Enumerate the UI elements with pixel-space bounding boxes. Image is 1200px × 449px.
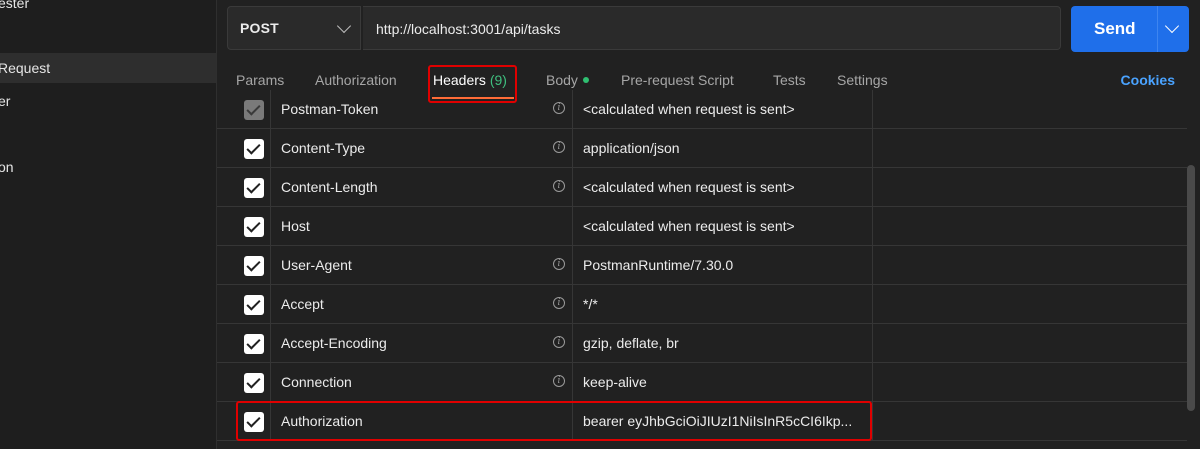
tab-label: Authorization [315,72,397,88]
tab-body[interactable]: Body [546,72,589,88]
send-divider [1157,6,1158,52]
tab-label: Params [236,72,285,88]
table-row: Content-Type i application/json [217,129,1187,168]
info-icon[interactable]: i [553,375,565,387]
row-checkbox[interactable] [244,139,264,159]
sidebar-item-folder[interactable]: er [0,86,216,116]
request-editor: POST http://localhost:3001/api/tasks Sen… [217,0,1200,449]
highlight-box-authorization-row [236,401,872,441]
column-divider [872,168,873,207]
tab-pre-request-script[interactable]: Pre-request Script [621,72,734,88]
column-divider [572,129,573,168]
sidebar-item-label: er [0,93,11,109]
column-divider [872,246,873,285]
row-checkbox[interactable] [244,256,264,276]
send-button[interactable]: Send [1071,6,1189,52]
tab-authorization[interactable]: Authorization [315,72,397,88]
info-icon[interactable]: i [553,102,565,114]
chevron-down-icon[interactable] [1164,18,1180,34]
column-divider [572,285,573,324]
column-divider [872,402,873,441]
tab-tests[interactable]: Tests [773,72,806,88]
sidebar-item-label: Request [0,60,51,76]
header-value[interactable]: <calculated when request is sent> [583,179,795,195]
table-row: Host <calculated when request is sent> [217,207,1187,246]
column-divider [872,324,873,363]
header-value: <calculated when request is sent> [583,101,795,117]
column-divider [572,207,573,246]
column-divider [572,90,573,129]
column-divider [270,363,271,402]
tab-params[interactable]: Params [236,72,284,88]
vertical-scrollbar[interactable] [1187,165,1195,411]
url-text: http://localhost:3001/api/tasks [376,21,561,37]
send-label: Send [1094,19,1136,38]
sidebar: ester Request er on [0,0,217,449]
column-divider [270,90,271,129]
column-divider [270,168,271,207]
info-icon[interactable]: i [553,141,565,153]
info-icon[interactable]: i [553,297,565,309]
header-value[interactable]: keep-alive [583,374,647,390]
sidebar-item-other[interactable]: on [0,152,216,182]
method-label: POST [240,20,279,36]
column-divider [270,129,271,168]
method-select[interactable]: POST [227,6,361,50]
header-key[interactable]: User-Agent [281,257,352,273]
header-key[interactable]: Content-Length [281,179,378,195]
row-checkbox[interactable] [244,373,264,393]
row-checkbox[interactable] [244,334,264,354]
column-divider [572,246,573,285]
column-divider [270,207,271,246]
info-icon[interactable]: i [553,180,565,192]
row-checkbox[interactable] [244,100,264,120]
column-divider [572,363,573,402]
header-value[interactable]: application/json [583,140,680,156]
header-key[interactable]: Accept-Encoding [281,335,387,351]
info-icon[interactable]: i [553,336,565,348]
column-divider [872,129,873,168]
info-icon[interactable]: i [553,258,565,270]
row-checkbox[interactable] [244,295,264,315]
cookies-link[interactable]: Cookies [1121,72,1175,88]
sidebar-item-label: on [0,159,14,175]
tab-label: Body [546,72,578,88]
url-input[interactable]: http://localhost:3001/api/tasks [363,6,1061,50]
sidebar-item-request[interactable]: Request [0,53,216,83]
header-value[interactable]: */* [583,296,598,312]
column-divider [270,324,271,363]
row-checkbox[interactable] [244,178,264,198]
table-row: Accept-Encoding i gzip, deflate, br [217,324,1187,363]
header-key[interactable]: Connection [281,374,352,390]
tab-label: Tests [773,72,806,88]
chevron-down-icon [336,18,352,34]
table-row: Accept i */* [217,285,1187,324]
column-divider [270,285,271,324]
sidebar-item-collection[interactable]: ester [0,0,216,18]
table-row: Content-Length i <calculated when reques… [217,168,1187,207]
header-value[interactable]: <calculated when request is sent> [583,218,795,234]
sidebar-item-label: ester [0,0,30,11]
header-value[interactable]: PostmanRuntime/7.30.0 [583,257,733,273]
column-divider [572,168,573,207]
column-divider [872,285,873,324]
column-divider [572,324,573,363]
table-row: Connection i keep-alive [217,363,1187,402]
table-row: Postman-Token i <calculated when request… [217,90,1187,129]
column-divider [872,207,873,246]
tab-settings[interactable]: Settings [837,72,888,88]
body-indicator-dot [582,77,589,83]
row-checkbox[interactable] [244,217,264,237]
column-divider [872,363,873,402]
tab-label: Pre-request Script [621,72,734,88]
header-value[interactable]: gzip, deflate, br [583,335,679,351]
header-key[interactable]: Accept [281,296,324,312]
table-row: User-Agent i PostmanRuntime/7.30.0 [217,246,1187,285]
header-key: Postman-Token [281,101,379,117]
tab-label: Settings [837,72,888,88]
column-divider [270,246,271,285]
column-divider [872,90,873,129]
header-key[interactable]: Host [281,218,310,234]
header-key[interactable]: Content-Type [281,140,365,156]
